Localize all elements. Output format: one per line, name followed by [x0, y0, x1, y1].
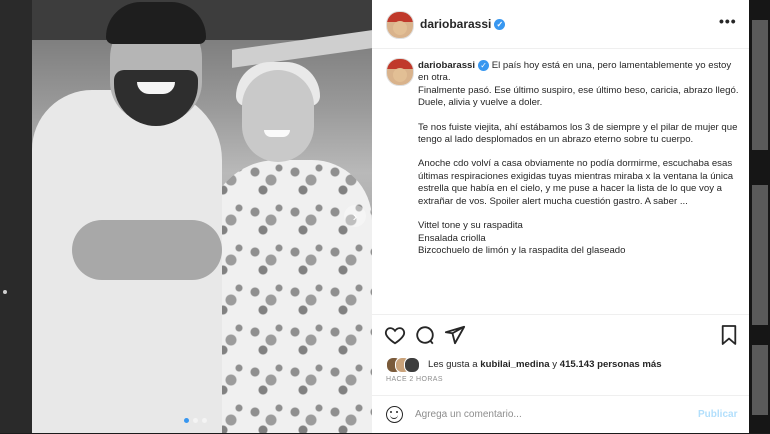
- post-photo[interactable]: ›: [32, 0, 372, 433]
- emoji-icon[interactable]: [386, 406, 403, 423]
- caption-paragraph-3: Anoche cdo volví a casa obviamente no po…: [418, 158, 734, 207]
- bookmark-icon[interactable]: [720, 324, 738, 346]
- man-smile: [137, 82, 175, 94]
- liker-avatar: [404, 357, 420, 373]
- list-item: Ensalada criolla: [418, 232, 486, 244]
- caption-text: dariobarassi ✓ El país hoy está en una, p…: [418, 60, 740, 257]
- likes-conjunction: y: [552, 359, 558, 370]
- man-arm: [72, 220, 222, 280]
- carousel-dot-active: [184, 418, 189, 423]
- overlay-strip: [752, 345, 768, 415]
- caption-line: Finalmente pasó. Ese último suspiro, ese…: [418, 84, 739, 109]
- floral-dress: [207, 160, 372, 433]
- carousel-dot: [202, 418, 207, 423]
- liker-avatars: [386, 357, 426, 373]
- caption-paragraph-2: Te nos fuiste viejita, ahí estábamos los…: [418, 121, 738, 146]
- likes-count[interactable]: 415.143 personas más: [560, 359, 662, 370]
- verified-icon: ✓: [494, 19, 506, 31]
- caption-area: dariobarassi ✓ El país hoy está en una, p…: [382, 58, 744, 310]
- comment-input[interactable]: Agrega un comentario...: [415, 409, 522, 420]
- avatar[interactable]: [386, 11, 414, 39]
- woman-smile: [264, 130, 290, 137]
- background-overlay-left: [0, 0, 32, 433]
- woman-face: [242, 70, 314, 162]
- list-item: Bizcochuelo de limón y la raspadita del …: [418, 244, 626, 256]
- likes-row[interactable]: Les gusta a kubilai_medina y 415.143 per…: [386, 357, 746, 373]
- publish-button[interactable]: Publicar: [698, 409, 737, 420]
- comment-bar: Agrega un comentario... Publicar: [372, 395, 749, 434]
- list-item: Vittel tone y su raspadita: [418, 220, 523, 232]
- caption-paragraph-1: dariobarassi ✓ El país hoy está en una, p…: [418, 60, 740, 110]
- heart-icon[interactable]: [384, 324, 406, 346]
- liker-username[interactable]: kubilai_medina: [480, 359, 549, 370]
- overlay-strip: [752, 185, 768, 325]
- background-overlay-right: [749, 0, 770, 433]
- overlay-strip: [752, 20, 768, 150]
- post-timestamp[interactable]: HACE 2 HORAS: [386, 376, 443, 383]
- header-username[interactable]: dariobarassi ✓: [420, 17, 506, 31]
- carousel-dot: [193, 418, 198, 423]
- carousel-indicator: [184, 418, 207, 423]
- overlay-dot: [3, 290, 7, 294]
- chevron-right-icon[interactable]: ›: [344, 205, 366, 227]
- man-hair: [106, 2, 206, 44]
- post-panel: dariobarassi ✓ ••• dariobarassi ✓ El país …: [372, 0, 749, 433]
- caption-username[interactable]: dariobarassi: [418, 60, 475, 71]
- caption-avatar[interactable]: [386, 58, 414, 86]
- caption-list: Vittel tone y su raspadita Ensalada crio…: [418, 220, 740, 257]
- post-header: dariobarassi ✓ •••: [372, 0, 749, 49]
- likes-prefix: Les gusta a: [428, 359, 478, 370]
- action-bar: [372, 314, 749, 355]
- likes-text: Les gusta a kubilai_medina y 415.143 per…: [428, 359, 662, 370]
- verified-icon: ✓: [478, 60, 490, 71]
- share-icon[interactable]: [444, 324, 466, 346]
- comment-icon[interactable]: [414, 324, 436, 346]
- more-options-icon[interactable]: •••: [719, 13, 739, 29]
- username-text[interactable]: dariobarassi: [420, 17, 491, 31]
